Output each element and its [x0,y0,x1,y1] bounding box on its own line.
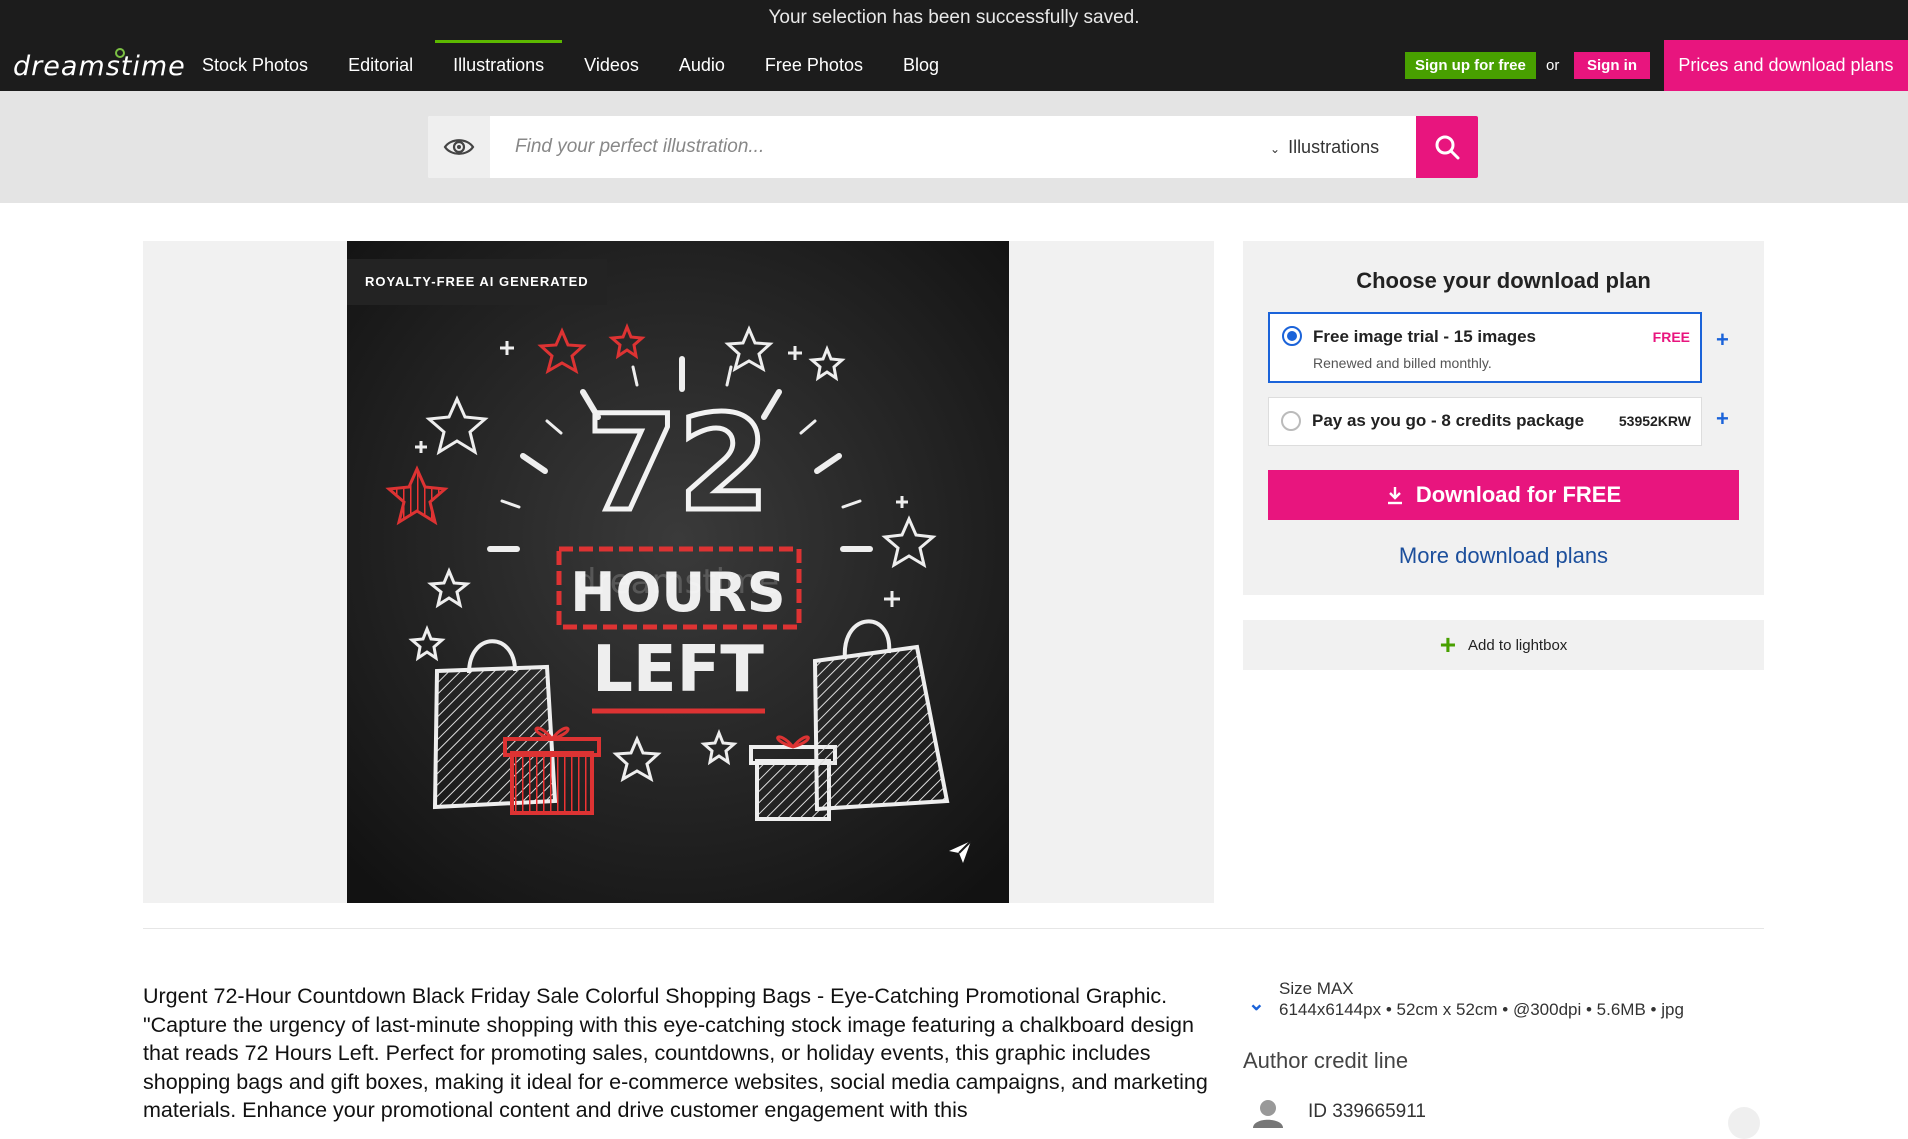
search-icon [1435,135,1460,160]
or-label: or [1546,57,1560,74]
lightbox-label: Add to lightbox [1468,636,1568,654]
success-banner: Your selection has been successfully sav… [768,7,1140,28]
chevron-down-icon[interactable]: ⌄ [1248,991,1265,1016]
nav-stock-photos[interactable]: Stock Photos [182,40,328,91]
expand-plus-icon[interactable]: + [1716,327,1729,353]
sign-in-button[interactable]: Sign in [1574,52,1650,79]
logo[interactable]: dreamstime [13,48,186,82]
download-label: Download for FREE [1415,482,1622,507]
plan-option-price: 53952KRW [1618,413,1691,429]
plan-option-free-trial[interactable]: Free image trial - 15 images Renewed and… [1268,312,1702,383]
search-input[interactable] [490,116,1250,178]
size-value: 6144x6144px • 52cm x 52cm • @300dpi • 5.… [1279,1000,1684,1019]
nav-free-photos[interactable]: Free Photos [745,40,883,91]
expand-plus-icon[interactable]: + [1716,406,1729,432]
copy-icon[interactable] [1728,1107,1760,1139]
plan-title: Choose your download plan [1356,268,1651,293]
search-bar: ⌄ Illustrations [428,116,1478,178]
nav-editorial[interactable]: Editorial [328,40,433,91]
royalty-free-badge: ROYALTY-FREE AI GENERATED [347,259,607,305]
eye-icon[interactable] [428,116,490,178]
gift-box-red [503,726,601,815]
plan-option-label: Pay as you go - 8 credits package [1312,411,1585,430]
nav-videos[interactable]: Videos [564,40,659,91]
plan-option-pay-as-you-go[interactable]: Pay as you go - 8 credits package 53952K… [1268,397,1702,446]
divider [143,928,1764,929]
plus-icon: + [1439,629,1457,660]
nav-blog[interactable]: Blog [883,40,959,91]
category-label: Illustrations [1288,137,1380,157]
chevron-down-icon: ⌄ [1270,142,1281,156]
search-button[interactable] [1416,116,1478,178]
download-icon [1387,487,1402,505]
artwork-72: 72 [586,387,770,541]
send-icon[interactable] [947,839,973,870]
plan-option-sub: Renewed and billed monthly. [1313,355,1492,371]
watermark: dreamstime [575,562,779,602]
logo-text: dreamstime [13,51,186,82]
plan-option-label: Free image trial - 15 images [1313,327,1536,346]
image-id: ID 339665911 [1308,1101,1426,1122]
sign-up-button[interactable]: Sign up for free [1405,52,1536,79]
add-to-lightbox-button[interactable]: + Add to lightbox [1243,620,1764,670]
more-download-plans-link[interactable]: More download plans [1243,543,1764,569]
download-plan-panel: Choose your download plan Free image tri… [1243,241,1764,595]
preview-image[interactable]: 72 HOURS LEFT dreamstime ROYALTY-FREE AI… [347,241,1009,903]
image-description: Urgent 72-Hour Countdown Black Friday Sa… [143,984,1208,1122]
prices-button[interactable]: Prices and download plans [1664,40,1908,91]
download-button[interactable]: Download for FREE [1268,470,1739,520]
plan-option-price: FREE [1652,329,1690,345]
size-title: Size MAX [1279,979,1354,998]
nav-audio[interactable]: Audio [659,40,745,91]
main-nav: Stock Photos Editorial Illustrations Vid… [182,40,959,91]
radio-selected[interactable] [1282,326,1302,346]
radio-unselected[interactable] [1281,411,1301,431]
artwork-svg: 72 HOURS LEFT dreamstime [347,241,1009,903]
artwork-left: LEFT [592,633,764,707]
author-credit-heading: Author credit line [1243,1048,1409,1073]
author-avatar[interactable] [1250,1097,1286,1128]
nav-illustrations[interactable]: Illustrations [433,40,564,91]
logo-dot-icon [115,48,125,58]
category-dropdown[interactable]: ⌄ Illustrations [1270,116,1379,178]
